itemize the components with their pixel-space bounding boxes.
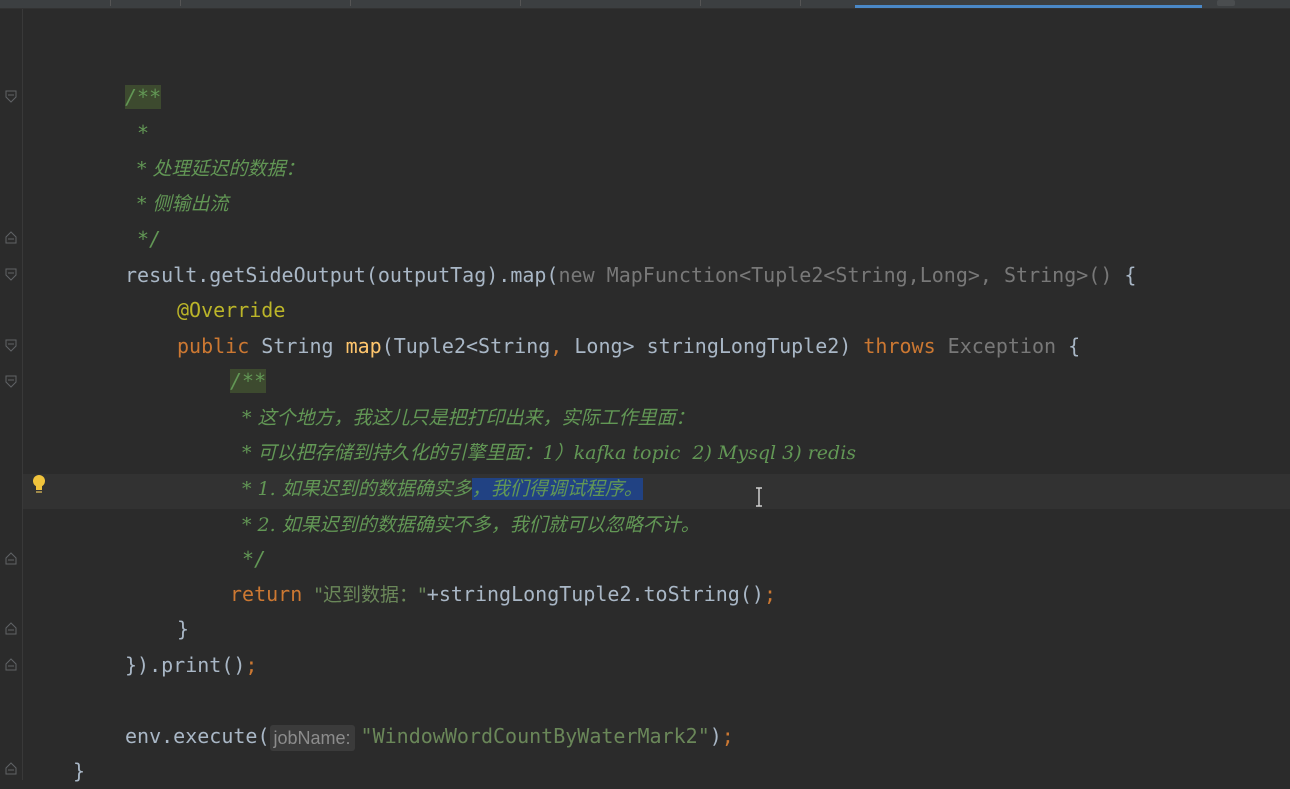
keyword-token: return (230, 582, 303, 606)
fold-icon[interactable] (5, 375, 17, 388)
code-line-12[interactable]: * 1. 如果迟到的数据确实多，我们得调试程序。 (242, 471, 643, 506)
annotation-token: @Override (177, 298, 286, 322)
gutter-divider (22, 9, 23, 780)
keyword-token: throws (863, 334, 936, 358)
javadoc-open: /** (230, 369, 267, 393)
code-line-8[interactable]: public String map(Tuple2<String, Long> s… (177, 329, 1080, 364)
code-token: ) (709, 724, 722, 748)
comment-text: * (137, 121, 150, 145)
code-line-16[interactable]: } (177, 612, 189, 647)
code-token: Exception (935, 334, 1057, 358)
code-token: env.execute( (125, 724, 270, 748)
code-token: , (550, 334, 563, 358)
code-line-14[interactable]: */ (242, 542, 266, 577)
fold-end-icon[interactable] (5, 231, 17, 244)
comment-text: * 1. 如果迟到的数据确实多 (242, 478, 472, 500)
selected-text: ，我们得调试程序。 (471, 478, 643, 500)
javadoc-open: /** (125, 85, 162, 109)
fold-end-icon[interactable] (5, 622, 17, 635)
code-token: } (177, 617, 190, 641)
tab-separator (110, 0, 111, 6)
code-line-18[interactable]: env.execute(jobName: "WindowWordCountByWa… (125, 719, 734, 754)
parameter-hint: jobName: (269, 724, 355, 751)
code-token: ; (721, 724, 734, 748)
code-token: (Tuple2<String (381, 334, 551, 358)
code-line-1[interactable]: /** (125, 80, 162, 115)
active-tab-indicator[interactable] (855, 5, 1202, 8)
tab-separator (700, 0, 701, 6)
code-line-11[interactable]: * 可以把存储到持久化的引擎里面：1）kafka topic 2) Mysql … (242, 435, 856, 470)
code-token: { (1112, 263, 1137, 287)
code-token: ; (245, 653, 258, 677)
code-line-9[interactable]: /** (230, 364, 267, 399)
tab-separator (350, 0, 351, 6)
editor-tab-bar (0, 0, 1290, 9)
code-token: +stringLongTuple2.toString() (426, 582, 764, 606)
string-literal: "迟到数据：" (314, 584, 427, 606)
code-token: String (249, 334, 346, 358)
comment-text: * 2. 如果迟到的数据确实不多，我们就可以忽略不计。 (242, 514, 700, 536)
tab-scroll-indicator[interactable] (1217, 0, 1235, 6)
code-token: ; (763, 582, 776, 606)
comment-text: */ (137, 227, 162, 251)
code-line-3[interactable]: * 处理延迟的数据： (137, 151, 305, 186)
code-token: { (1056, 334, 1081, 358)
comment-text: * 侧输出流 (137, 193, 229, 215)
comment-text: * 可以把存储到持久化的引擎里面：1）kafka topic 2) Mysql … (242, 442, 857, 464)
fold-icon[interactable] (5, 339, 17, 352)
fold-end-icon[interactable] (5, 762, 17, 775)
code-token: MapFunction<Tuple2<String,Long>, String>… (594, 263, 1113, 287)
code-line-10[interactable]: * 这个地方，我这儿只是把打印出来，实际工作里面： (242, 400, 695, 435)
code-line-4[interactable]: * 侧输出流 (137, 186, 229, 221)
comment-text: * 处理延迟的数据： (137, 158, 305, 180)
keyword-token: public (177, 334, 250, 358)
fold-end-icon[interactable] (5, 552, 17, 565)
code-line-15[interactable]: return "迟到数据："+stringLongTuple2.toString… (230, 577, 776, 612)
string-literal: "WindowWordCountByWaterMark2" (360, 724, 710, 748)
code-line-2[interactable]: * (137, 116, 149, 151)
code-line-13[interactable]: * 2. 如果迟到的数据确实不多，我们就可以忽略不计。 (242, 507, 700, 542)
current-line-highlight (23, 474, 1290, 509)
tab-separator (180, 0, 181, 6)
code-line-6[interactable]: result.getSideOutput(outputTag).map(new … (125, 258, 1136, 293)
text-cursor-icon (754, 487, 764, 507)
code-token: }).print() (125, 653, 246, 677)
lightbulb-icon[interactable] (31, 474, 47, 494)
method-name-token: map (345, 334, 382, 358)
code-token: Long> stringLongTuple2) (562, 334, 864, 358)
fold-end-icon[interactable] (5, 658, 17, 671)
code-token: result.getSideOutput(outputTag).map( (125, 263, 559, 287)
fold-icon[interactable] (5, 268, 17, 281)
code-token: new (558, 263, 595, 287)
code-line-5[interactable]: */ (137, 222, 161, 257)
comment-text: */ (242, 547, 267, 571)
code-line-17[interactable]: }).print(); (125, 648, 257, 683)
code-token: } (73, 759, 86, 783)
tab-separator (520, 0, 521, 6)
tab-separator (800, 0, 801, 6)
code-line-7[interactable]: @Override (177, 293, 285, 328)
code-line-19[interactable]: } (73, 754, 85, 789)
comment-text: * 这个地方，我这儿只是把打印出来，实际工作里面： (242, 407, 695, 429)
fold-icon[interactable] (5, 90, 17, 103)
